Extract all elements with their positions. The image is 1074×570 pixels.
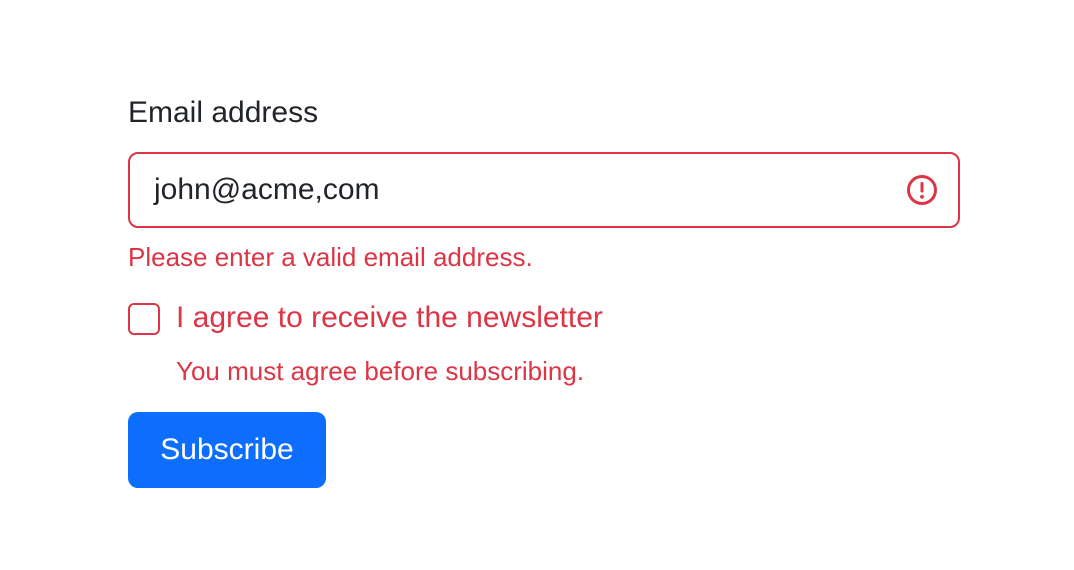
email-input-value[interactable]: john@acme,com: [154, 154, 380, 226]
newsletter-checkbox[interactable]: [128, 303, 160, 335]
email-label: Email address: [128, 96, 319, 129]
email-field[interactable]: john@acme,com: [128, 152, 960, 228]
newsletter-invalid-feedback: You must agree before subscribing.: [176, 356, 585, 386]
newsletter-checkbox-label[interactable]: I agree to receive the newsletter: [176, 299, 603, 337]
email-invalid-feedback: Please enter a valid email address.: [128, 242, 533, 272]
subscribe-button[interactable]: Subscribe: [128, 412, 326, 488]
exclamation-circle-icon: [907, 175, 937, 205]
